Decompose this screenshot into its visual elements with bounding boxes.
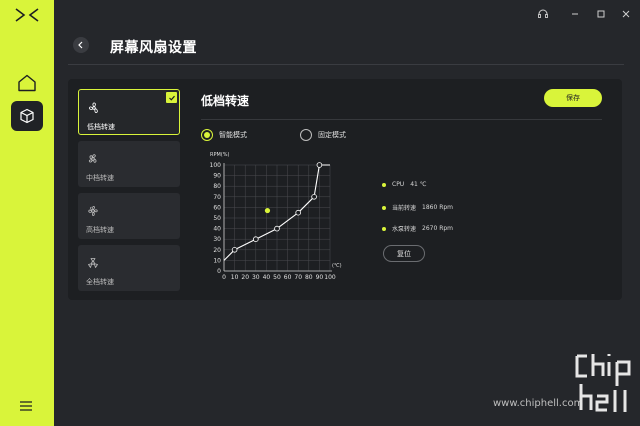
y-tick-label: 70 [213, 194, 221, 201]
status-bullet [382, 226, 386, 231]
curve-control-point[interactable] [311, 193, 317, 200]
curve-control-point[interactable] [316, 162, 323, 168]
speed-mode-high[interactable]: 高档转速 [78, 193, 180, 239]
speed-mode-medium[interactable]: 中档转速 [78, 141, 180, 187]
radio-dot [201, 129, 213, 141]
x-tick-label: 100 [324, 274, 336, 279]
status-fan-speed: 当前转速 1860 Rpm [382, 203, 453, 212]
y-tick-label: 40 [213, 226, 221, 233]
x-tick-label: 40 [263, 274, 271, 279]
x-tick-label: 50 [273, 274, 281, 279]
status-value: 2670 Rpm [422, 225, 454, 232]
x-tick-label: 10 [231, 274, 239, 279]
home-icon[interactable] [17, 74, 37, 92]
speed-mode-low[interactable]: 低档转速 [78, 89, 180, 135]
y-tick-label: 90 [213, 173, 221, 180]
radio-dot [300, 129, 312, 141]
speed-mode-label: 高档转速 [86, 226, 114, 234]
fixed-mode-label: 固定模式 [318, 131, 346, 139]
reset-button[interactable]: 复位 [383, 245, 425, 262]
x-tick-label: 80 [305, 274, 313, 279]
x-tick-label: 60 [284, 274, 292, 279]
y-tick-label: 100 [210, 162, 222, 169]
x-tick-label: 90 [316, 274, 324, 279]
status-value: 1860 Rpm [422, 204, 454, 211]
page-title: 屏幕风扇设置 [110, 40, 197, 56]
status-cpu: CPU 41 ℃ [382, 181, 426, 188]
x-tick-label: 0 [222, 274, 226, 279]
smart-mode-radio[interactable]: 智能模式 [201, 129, 247, 141]
section-title: 低档转速 [201, 94, 250, 108]
curve-control-point[interactable] [295, 209, 301, 216]
speed-mode-label: 低档转速 [87, 123, 115, 131]
section-divider [201, 119, 602, 120]
curve-control-point[interactable] [274, 225, 280, 232]
y-tick-label: 80 [213, 183, 221, 190]
back-button[interactable] [73, 37, 89, 53]
status-name: 水泵转速 [392, 226, 417, 233]
y-tick-label: 20 [213, 247, 221, 254]
smart-mode-label: 智能模式 [219, 131, 247, 139]
header-divider [68, 64, 624, 65]
brand-logo-icon [15, 8, 39, 22]
x-tick-label: 20 [241, 274, 249, 279]
status-bullet [382, 182, 386, 187]
y-tick-label: 0 [217, 268, 221, 275]
status-bullet [382, 205, 386, 210]
fan-icon [89, 102, 98, 113]
x-tick-label: 30 [252, 274, 260, 279]
x-axis-label: (℃) [332, 263, 342, 269]
speed-mode-label: 中档转速 [86, 174, 114, 182]
y-tick-label: 60 [213, 204, 221, 211]
fan-curve-chart[interactable]: 01020304050607080901000 10 20 30 40 50 60 70 80 9… [204, 149, 354, 279]
device-nav-button[interactable] [11, 101, 43, 131]
save-button[interactable]: 保存 [544, 89, 602, 107]
status-value: 41 ℃ [410, 181, 427, 188]
close-icon[interactable] [620, 8, 632, 20]
fan-icon [88, 258, 98, 268]
x-tick-label: 70 [294, 274, 302, 279]
selected-check-icon [166, 92, 177, 103]
speed-mode-label: 全档转速 [86, 278, 114, 286]
status-pump-speed: 水泵转速 2670 Rpm [382, 224, 453, 233]
minimize-icon[interactable] [569, 8, 581, 20]
curve-control-point[interactable] [231, 247, 238, 253]
y-tick-label: 50 [213, 215, 221, 222]
maximize-icon[interactable] [595, 8, 607, 20]
chevron-left-icon [78, 41, 83, 49]
current-point-marker [264, 207, 271, 214]
watermark-url: www.chiphell.com [493, 398, 584, 409]
y-tick-label: 10 [213, 257, 221, 264]
fan-settings-panel: 低档转速 中档转速 高档转速 全档转速 低档转速 保存 智能模式 固定模式 0 … [68, 79, 622, 300]
fan-icon [88, 154, 97, 163]
cube-icon [20, 108, 34, 124]
side-nav [0, 0, 54, 426]
status-name: 当前转速 [392, 205, 417, 212]
y-tick-label: 30 [213, 236, 221, 243]
y-axis-label: RPM(%) [210, 152, 230, 158]
speed-mode-full[interactable]: 全档转速 [78, 245, 180, 291]
fan-icon [88, 206, 98, 216]
chiphell-watermark-logo [575, 354, 631, 412]
fixed-mode-radio[interactable]: 固定模式 [300, 129, 346, 141]
support-headset-icon[interactable] [537, 8, 549, 20]
curve-control-point[interactable] [252, 236, 259, 242]
menu-icon[interactable] [19, 400, 33, 412]
status-name: CPU [392, 181, 405, 188]
